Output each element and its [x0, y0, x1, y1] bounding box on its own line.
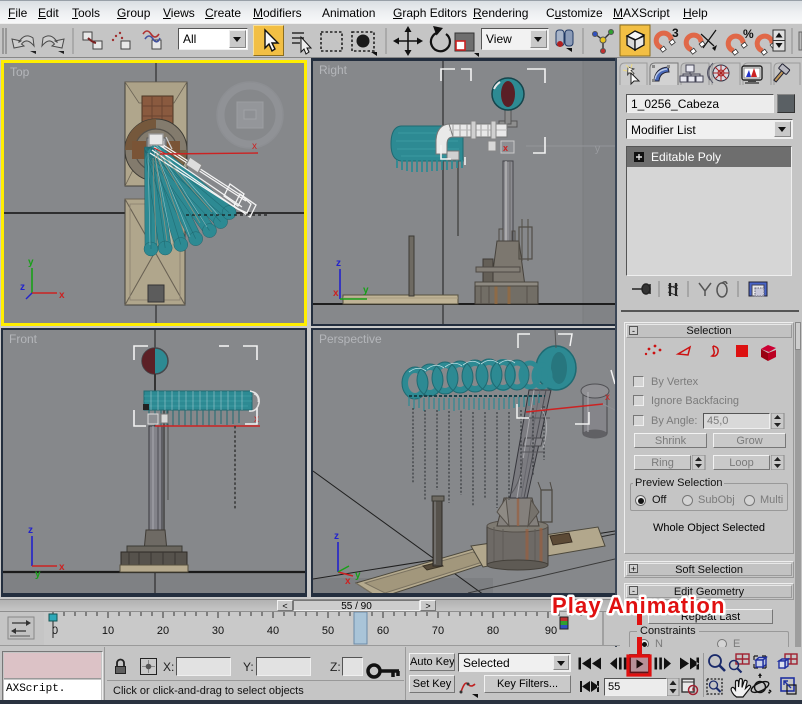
- svg-text:x: x: [345, 576, 351, 587]
- svg-text:Front: Front: [9, 332, 38, 346]
- svg-text:x: x: [605, 392, 610, 403]
- svg-text:Right: Right: [319, 63, 348, 77]
- svg-text:Perspective: Perspective: [319, 332, 382, 346]
- svg-text:x: x: [252, 141, 257, 152]
- svg-text:z: z: [336, 258, 341, 269]
- svg-text:z: z: [20, 282, 25, 293]
- svg-text:60: 60: [377, 625, 389, 637]
- svg-text:y: y: [363, 285, 369, 296]
- svg-text:Top: Top: [10, 65, 30, 79]
- svg-text:80: 80: [487, 625, 499, 637]
- svg-text:y: y: [355, 570, 361, 581]
- svg-text:20: 20: [157, 625, 169, 637]
- svg-text:%: %: [743, 27, 754, 41]
- svg-text:30: 30: [212, 625, 224, 637]
- svg-text:70: 70: [432, 625, 444, 637]
- svg-text:40: 40: [267, 625, 279, 637]
- svg-text:y: y: [595, 144, 600, 155]
- svg-text:x: x: [59, 562, 65, 573]
- svg-text:x: x: [503, 143, 508, 153]
- svg-text:10: 10: [102, 625, 114, 637]
- svg-text:z: z: [28, 525, 33, 536]
- svg-text:3: 3: [672, 26, 679, 40]
- svg-text:y: y: [35, 569, 41, 580]
- svg-text:90: 90: [545, 625, 557, 637]
- svg-text:x: x: [333, 288, 339, 299]
- svg-text:x: x: [59, 290, 65, 301]
- svg-text:50: 50: [322, 625, 334, 637]
- svg-text:z: z: [334, 531, 339, 542]
- svg-text:y: y: [28, 257, 34, 268]
